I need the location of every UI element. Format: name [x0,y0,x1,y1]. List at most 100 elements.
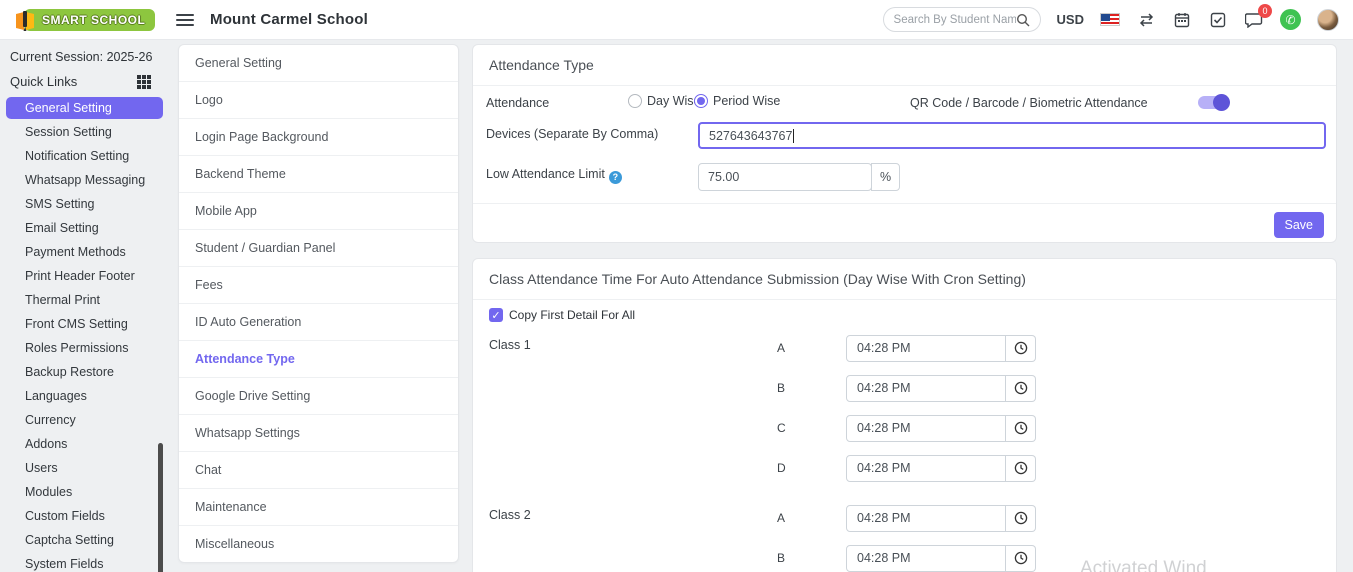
sidebar-item-notification-setting[interactable]: Notification Setting [0,145,163,167]
settings-menu-item-id-auto-generation[interactable]: ID Auto Generation [179,304,458,341]
sidebar-item-thermal-print[interactable]: Thermal Print [0,289,163,311]
settings-menu-item-whatsapp-settings[interactable]: Whatsapp Settings [179,415,458,452]
top-bar: SMART SCHOOL Mount Carmel School USD 0 ✆ [0,0,1353,40]
settings-menu-item-chat[interactable]: Chat [179,452,458,489]
settings-menu-item-miscellaneous[interactable]: Miscellaneous [179,526,458,562]
section-time-row: D04:28 PM [777,448,1322,488]
time-input[interactable]: 04:28 PM [846,455,1006,482]
sidebar-item-whatsapp-messaging[interactable]: Whatsapp Messaging [0,169,163,191]
class-attendance-panel: Class Attendance Time For Auto Attendanc… [472,258,1337,572]
exchange-icon[interactable] [1136,10,1156,30]
time-input[interactable]: 04:28 PM [846,415,1006,442]
us-flag-icon[interactable] [1100,13,1120,26]
settings-menu-item-mobile-app[interactable]: Mobile App [179,193,458,230]
sidebar-item-system-fields[interactable]: System Fields [0,553,163,572]
settings-menu-item-backend-theme[interactable]: Backend Theme [179,156,458,193]
logo-text: SMART SCHOOL [42,13,145,27]
sidebar-item-general-setting[interactable]: General Setting [6,97,163,119]
book-pen-icon [14,10,36,32]
time-input[interactable]: 04:28 PM [846,335,1006,362]
page-title: Mount Carmel School [210,11,368,28]
calendar-icon[interactable] [1172,10,1192,30]
attendance-label: Attendance [486,96,549,110]
class-panel-title: Class Attendance Time For Auto Attendanc… [473,259,1336,300]
task-check-icon[interactable] [1208,10,1228,30]
panel-divider [473,203,1336,204]
devices-input[interactable]: 527643643767 [698,122,1326,149]
student-search[interactable] [883,7,1041,32]
sidebar-item-currency[interactable]: Currency [0,409,163,431]
section-time-row: C04:28 PM [777,408,1322,448]
class-name-label: Class 1 [489,328,777,488]
settings-menu-item-maintenance[interactable]: Maintenance [179,489,458,526]
radio-day-wise[interactable]: Day Wise [628,94,700,108]
settings-menu-item-student-guardian-panel[interactable]: Student / Guardian Panel [179,230,458,267]
app-logo[interactable]: SMART SCHOOL [0,0,162,40]
low-attendance-input[interactable]: 75.00 [698,163,872,191]
sidebar-item-roles-permissions[interactable]: Roles Permissions [0,337,163,359]
section-time-row: B04:28 PM [777,368,1322,408]
settings-menu-item-fees[interactable]: Fees [179,267,458,304]
clock-icon[interactable] [1006,335,1036,362]
low-attendance-label: Low Attendance Limit? [486,167,622,184]
sidebar-item-sms-setting[interactable]: SMS Setting [0,193,163,215]
left-sidebar: Current Session: 2025-26 Quick Links Gen… [0,40,163,572]
sidebar-scrollbar[interactable] [158,443,163,572]
section-time-row: A04:28 PM [777,498,1322,538]
sidebar-item-users[interactable]: Users [0,457,163,479]
time-input[interactable]: 04:28 PM [846,545,1006,572]
section-letter: B [777,551,846,565]
time-input[interactable]: 04:28 PM [846,375,1006,402]
sidebar-item-addons[interactable]: Addons [0,433,163,455]
quick-links-label: Quick Links [10,74,77,89]
copy-first-detail-checkbox[interactable]: ✓ Copy First Detail For All [489,308,635,322]
grid-icon[interactable] [137,75,151,89]
radio-circle-icon [628,94,642,108]
sidebar-item-languages[interactable]: Languages [0,385,163,407]
section-letter: B [777,381,846,395]
save-button[interactable]: Save [1274,212,1325,238]
chat-badge: 0 [1258,4,1272,18]
radio-period-wise[interactable]: Period Wise [694,94,780,108]
qr-biometric-toggle[interactable] [1198,96,1228,109]
clock-icon[interactable] [1006,415,1036,442]
class-block-class-1: Class 1A04:28 PMB04:28 PMC04:28 PMD04:28… [489,328,1322,488]
settings-menu-item-login-page-background[interactable]: Login Page Background [179,119,458,156]
sidebar-item-modules[interactable]: Modules [0,481,163,503]
clock-icon[interactable] [1006,375,1036,402]
settings-menu: General SettingLogoLogin Page Background… [178,44,459,563]
section-letter: A [777,511,846,525]
menu-icon[interactable] [176,11,194,29]
sidebar-item-session-setting[interactable]: Session Setting [0,121,163,143]
time-input[interactable]: 04:28 PM [846,505,1006,532]
currency-selector[interactable]: USD [1057,12,1084,27]
sidebar-item-email-setting[interactable]: Email Setting [0,217,163,239]
user-avatar[interactable] [1317,9,1339,31]
settings-menu-item-google-drive-setting[interactable]: Google Drive Setting [179,378,458,415]
search-icon[interactable] [1016,13,1030,27]
chat-icon[interactable]: 0 [1244,10,1264,30]
whatsapp-icon[interactable]: ✆ [1280,9,1301,30]
clock-icon[interactable] [1006,505,1036,532]
section-letter: A [777,341,846,355]
settings-menu-item-attendance-type[interactable]: Attendance Type [179,341,458,378]
text-cursor [793,129,794,143]
sidebar-item-payment-methods[interactable]: Payment Methods [0,241,163,263]
sidebar-item-front-cms-setting[interactable]: Front CMS Setting [0,313,163,335]
section-letter: C [777,421,846,435]
sidebar-item-captcha-setting[interactable]: Captcha Setting [0,529,163,551]
sidebar-item-custom-fields[interactable]: Custom Fields [0,505,163,527]
clock-icon[interactable] [1006,545,1036,572]
help-icon[interactable]: ? [609,171,622,184]
search-input[interactable] [894,14,1016,26]
section-letter: D [777,461,846,475]
settings-menu-item-general-setting[interactable]: General Setting [179,45,458,82]
activation-watermark: Activated Wind [1080,558,1207,572]
attendance-type-panel: Attendance Type Attendance Day Wise Peri… [472,44,1337,243]
clock-icon[interactable] [1006,455,1036,482]
sidebar-item-print-header-footer[interactable]: Print Header Footer [0,265,163,287]
section-time-row: B04:28 PM [777,538,1322,572]
settings-menu-item-logo[interactable]: Logo [179,82,458,119]
section-time-row: A04:28 PM [777,328,1322,368]
sidebar-item-backup-restore[interactable]: Backup Restore [0,361,163,383]
